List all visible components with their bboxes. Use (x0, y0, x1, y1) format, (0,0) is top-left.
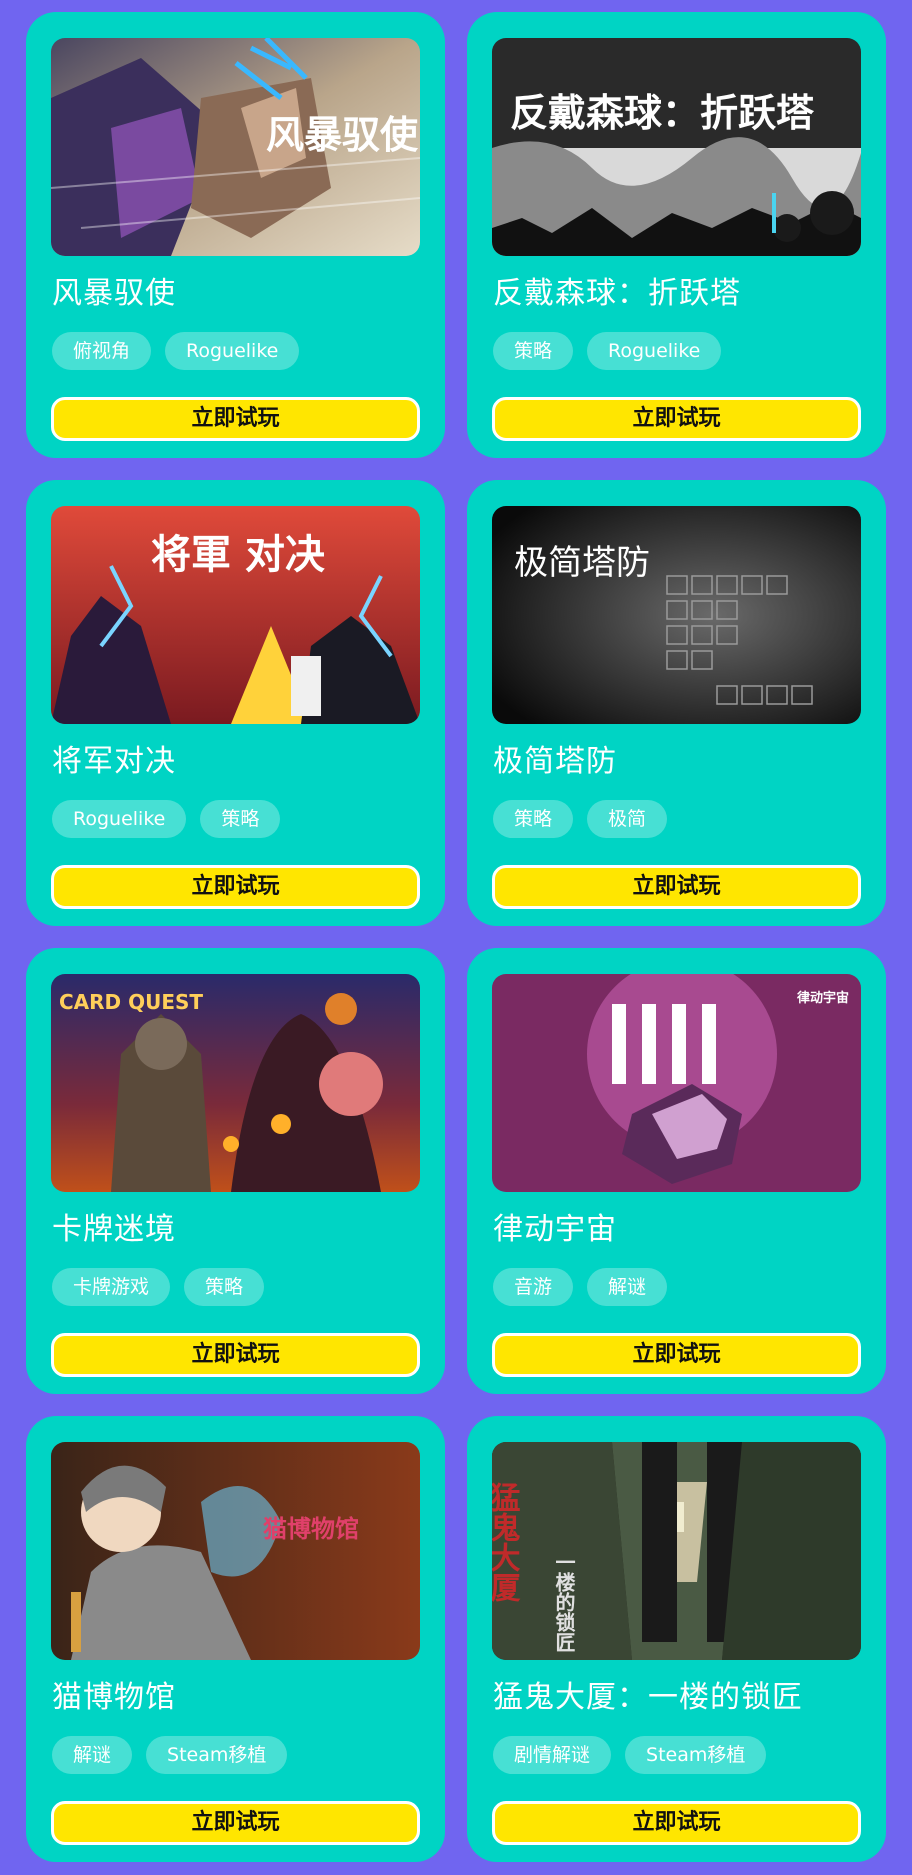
cover-logo-text: BLiP (607, 1016, 765, 1090)
tag-list: 策略 Roguelike (493, 332, 722, 370)
game-title: 反戴森球：折跃塔 (493, 276, 741, 311)
genre-tag: 俯视角 (52, 332, 152, 370)
cover-logo-text: CARD QUEST (59, 990, 203, 1014)
game-card[interactable]: 风暴驭使 风暴驭使 俯视角 Roguelike 立即试玩 (26, 12, 445, 458)
game-card[interactable]: 极简塔防 极简塔防 策略 极简 立即试玩 (467, 480, 886, 926)
cover-logo-text: 反戴森球：折跃塔 (510, 91, 815, 135)
genre-tag: 解谜 (52, 1736, 133, 1774)
game-cover-image[interactable]: 风暴驭使 (51, 38, 420, 256)
cover-logo-text: 极简塔防 (514, 543, 650, 583)
game-title: 风暴驭使 (52, 276, 176, 311)
game-cover-image[interactable]: 猛鬼大厦 一楼的锁匠 (492, 1442, 861, 1660)
game-card[interactable]: 将軍 对决 将军对决 Roguelike 策略 立即试玩 (26, 480, 445, 926)
tag-list: 剧情解谜 Steam移植 (493, 1736, 767, 1774)
play-now-button[interactable]: 立即试玩 (492, 865, 861, 909)
tag-list: 策略 极简 (493, 800, 668, 838)
cover-logo-text: 将軍 对决 (151, 532, 325, 578)
game-cover-image[interactable]: BLiP 律动宇宙 (492, 974, 861, 1192)
tag-list: 卡牌游戏 策略 (52, 1268, 265, 1306)
genre-tag: 策略 (200, 800, 281, 838)
genre-tag: 解谜 (587, 1268, 668, 1306)
play-now-button[interactable]: 立即试玩 (51, 1333, 420, 1377)
game-card[interactable]: 猛鬼大厦 一楼的锁匠 猛鬼大厦：一楼的锁匠 剧情解谜 Steam移植 立即试玩 (467, 1416, 886, 1862)
cover-logo-text: 猛鬼大厦 (492, 1482, 521, 1602)
game-cover-image[interactable]: 反戴森球：折跃塔 (492, 38, 861, 256)
cover-sub-text: 一楼的锁匠 (552, 1552, 576, 1652)
cover-logo-text: 风暴驭使 (266, 113, 419, 157)
tag-list: 音游 解谜 (493, 1268, 668, 1306)
genre-tag: Roguelike (587, 332, 722, 370)
genre-tag: 极简 (587, 800, 668, 838)
genre-tag: Roguelike (165, 332, 300, 370)
tag-list: 俯视角 Roguelike (52, 332, 300, 370)
play-now-button[interactable]: 立即试玩 (51, 865, 420, 909)
play-now-button[interactable]: 立即试玩 (51, 1801, 420, 1845)
game-cover-image[interactable]: 将軍 对决 (51, 506, 420, 724)
game-title: 将军对决 (52, 744, 176, 779)
genre-tag: 策略 (493, 800, 574, 838)
cover-logo-text: 猫博物馆 (263, 1515, 359, 1543)
genre-tag: 策略 (493, 332, 574, 370)
game-card[interactable]: CARD QUEST 卡牌迷境 卡牌游戏 策略 立即试玩 (26, 948, 445, 1394)
game-card[interactable]: 猫博物馆 猫博物馆 解谜 Steam移植 立即试玩 (26, 1416, 445, 1862)
genre-tag: 策略 (184, 1268, 265, 1306)
genre-tag: 音游 (493, 1268, 574, 1306)
game-card[interactable]: BLiP 律动宇宙 律动宇宙 音游 解谜 立即试玩 (467, 948, 886, 1394)
game-title: 卡牌迷境 (52, 1212, 176, 1247)
game-cover-image[interactable]: 极简塔防 (492, 506, 861, 724)
cover-corner-text: 律动宇宙 (797, 990, 849, 1006)
genre-tag: Steam移植 (625, 1736, 767, 1774)
tag-list: Roguelike 策略 (52, 800, 281, 838)
genre-tag: Roguelike (52, 800, 187, 838)
play-now-button[interactable]: 立即试玩 (51, 397, 420, 441)
game-cover-image[interactable]: CARD QUEST (51, 974, 420, 1192)
game-title: 律动宇宙 (493, 1212, 617, 1247)
genre-tag: Steam移植 (146, 1736, 288, 1774)
game-grid: 风暴驭使 风暴驭使 俯视角 Roguelike 立即试玩 反戴森球：折跃塔 反戴… (26, 12, 886, 1862)
game-title: 极简塔防 (493, 744, 617, 779)
play-now-button[interactable]: 立即试玩 (492, 397, 861, 441)
genre-tag: 剧情解谜 (493, 1736, 612, 1774)
tag-list: 解谜 Steam移植 (52, 1736, 288, 1774)
genre-tag: 卡牌游戏 (52, 1268, 171, 1306)
play-now-button[interactable]: 立即试玩 (492, 1801, 861, 1845)
game-title: 猛鬼大厦：一楼的锁匠 (493, 1680, 803, 1715)
play-now-button[interactable]: 立即试玩 (492, 1333, 861, 1377)
game-cover-image[interactable]: 猫博物馆 (51, 1442, 420, 1660)
game-card[interactable]: 反戴森球：折跃塔 反戴森球：折跃塔 策略 Roguelike 立即试玩 (467, 12, 886, 458)
game-title: 猫博物馆 (52, 1680, 176, 1715)
